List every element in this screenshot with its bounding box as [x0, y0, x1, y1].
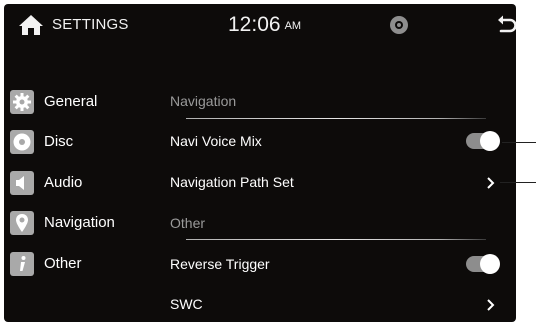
speaker-icon [10, 171, 34, 195]
setting-label: Navi Voice Mix [170, 133, 262, 149]
page-title: SETTINGS [52, 16, 129, 33]
toggle-knob [480, 254, 500, 274]
setting-label: Reverse Trigger [170, 256, 270, 272]
sidebar-item-label: Audio [44, 174, 83, 191]
section-header-other: Other [170, 215, 206, 231]
settings-panel: SETTINGS 12:06 AM General Disc Audio Nav… [4, 4, 516, 322]
sidebar-item-label: Other [44, 255, 82, 272]
chevron-right-icon[interactable] [486, 298, 496, 312]
sidebar-item-audio[interactable]: Audio [10, 171, 150, 197]
section-header-navigation: Navigation [170, 93, 237, 109]
sidebar-item-other[interactable]: Other [10, 252, 150, 278]
setting-row-navi-voice-mix[interactable]: Navi Voice Mix [170, 129, 510, 157]
callout-line [502, 142, 536, 143]
disc-icon [10, 130, 34, 154]
screen: SETTINGS 12:06 AM General Disc Audio Nav… [0, 0, 538, 328]
home-icon[interactable] [18, 13, 44, 37]
map-pin-icon [10, 211, 34, 235]
setting-label: SWC [170, 296, 203, 312]
clock-time: 12:06 [228, 13, 281, 36]
back-icon[interactable] [496, 14, 516, 36]
section-divider [186, 239, 486, 240]
sidebar-item-disc[interactable]: Disc [10, 130, 150, 156]
setting-row-swc[interactable]: SWC [170, 292, 510, 320]
sidebar-item-label: Disc [44, 133, 74, 150]
callout-line [500, 182, 536, 183]
navi-voice-mix-toggle[interactable] [466, 131, 500, 151]
toggle-knob [480, 131, 500, 151]
setting-row-reverse-trigger[interactable]: Reverse Trigger [170, 252, 510, 280]
chevron-right-icon[interactable] [486, 176, 496, 190]
reverse-trigger-toggle[interactable] [466, 254, 500, 274]
disc-status-icon [389, 15, 409, 35]
clock-ampm: AM [284, 20, 302, 32]
sidebar-item-general[interactable]: General [10, 90, 150, 116]
setting-row-navigation-path-set[interactable]: Navigation Path Set [170, 170, 510, 198]
setting-label: Navigation Path Set [170, 174, 294, 190]
gear-icon [10, 90, 34, 114]
section-divider [186, 118, 486, 119]
sidebar-item-navigation[interactable]: Navigation [10, 211, 150, 237]
sidebar-item-label: General [44, 93, 98, 110]
sidebar-item-label: Navigation [44, 214, 115, 231]
info-icon [10, 252, 34, 276]
clock: 12:06 AM [228, 13, 301, 37]
